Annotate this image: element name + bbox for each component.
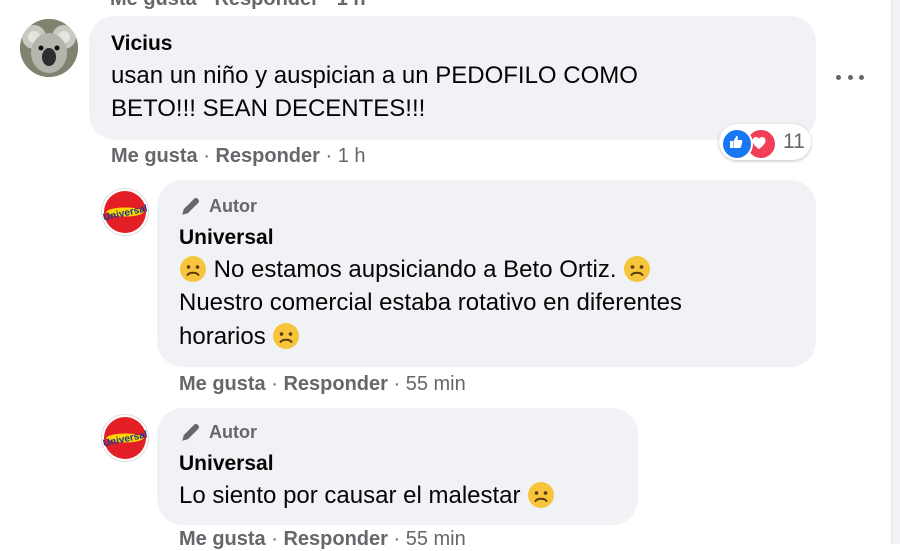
frowning-face-icon	[180, 256, 206, 282]
author-badge-label: Autor	[209, 421, 257, 442]
frowning-face-icon	[624, 256, 651, 282]
comment-text: Lo siento por causar el malestar	[179, 482, 521, 509]
separator: ·	[271, 528, 284, 550]
separator: ·	[325, 145, 338, 167]
comment-text-line: Nuestro comercial estaba rotativo en dif…	[179, 289, 682, 316]
author-badge: Autor	[179, 420, 257, 444]
comment-text: No estamos aupsiciando a Beto Ortiz.	[213, 256, 617, 283]
reply-link[interactable]: Responder	[283, 528, 387, 550]
pencil-icon	[182, 198, 199, 215]
timestamp[interactable]: 55 min	[406, 373, 466, 395]
frowning-face-icon	[528, 482, 555, 508]
reaction-count: 11	[783, 130, 805, 153]
comment-text-line: Lo siento por causar el malestar	[179, 479, 555, 512]
like-link[interactable]: Me gusta	[179, 528, 266, 550]
avatar-vicius[interactable]	[20, 19, 78, 77]
comment-text: horarios	[179, 323, 266, 350]
like-reaction-icon	[721, 128, 753, 160]
like-link[interactable]: Me gusta	[111, 145, 198, 167]
universal-logo: Universal	[102, 191, 148, 233]
separator: ·	[203, 145, 216, 167]
avatar-universal[interactable]: Universal	[101, 414, 149, 462]
comment-author-name[interactable]: Universal	[179, 226, 274, 250]
frowning-face-icon	[273, 323, 300, 349]
comment-author-name[interactable]: Universal	[179, 452, 274, 476]
avatar-universal[interactable]: Universal	[101, 188, 149, 236]
separator: ·	[393, 528, 406, 550]
timestamp[interactable]: 1 h	[338, 145, 366, 167]
scrollbar[interactable]	[891, 0, 900, 544]
comment-author-name[interactable]: Vicius	[111, 32, 172, 56]
comment-actions: Me gusta · Responder · 55 min	[179, 528, 466, 551]
reply-link[interactable]: Responder	[215, 145, 319, 167]
pencil-icon	[182, 424, 199, 441]
more-options-icon[interactable]	[836, 72, 864, 82]
like-link[interactable]: Me gusta	[179, 373, 266, 395]
koala-avatar-image	[20, 19, 78, 77]
comment-text-line: horarios	[179, 320, 300, 353]
comment-text-line: usan un niño y auspician a un PEDOFILO C…	[111, 62, 638, 89]
reply-link[interactable]: Responder	[283, 373, 387, 395]
universal-logo: Universal	[102, 417, 148, 459]
separator: ·	[271, 373, 284, 395]
comment-text-line: No estamos aupsiciando a Beto Ortiz.	[179, 253, 651, 286]
comment-actions: Me gusta · Responder · 1 h	[111, 145, 366, 168]
comment-actions: Me gusta · Responder · 55 min	[179, 373, 466, 396]
separator: ·	[393, 373, 406, 395]
reaction-summary[interactable]: 11	[719, 124, 811, 160]
previous-comment-meta: Me gusta · Responder · 1 h	[110, 0, 366, 11]
comment-text-line: BETO!!! SEAN DECENTES!!!	[111, 95, 426, 122]
author-badge: Autor	[179, 194, 257, 218]
author-badge-label: Autor	[209, 195, 257, 216]
timestamp[interactable]: 55 min	[406, 528, 466, 550]
